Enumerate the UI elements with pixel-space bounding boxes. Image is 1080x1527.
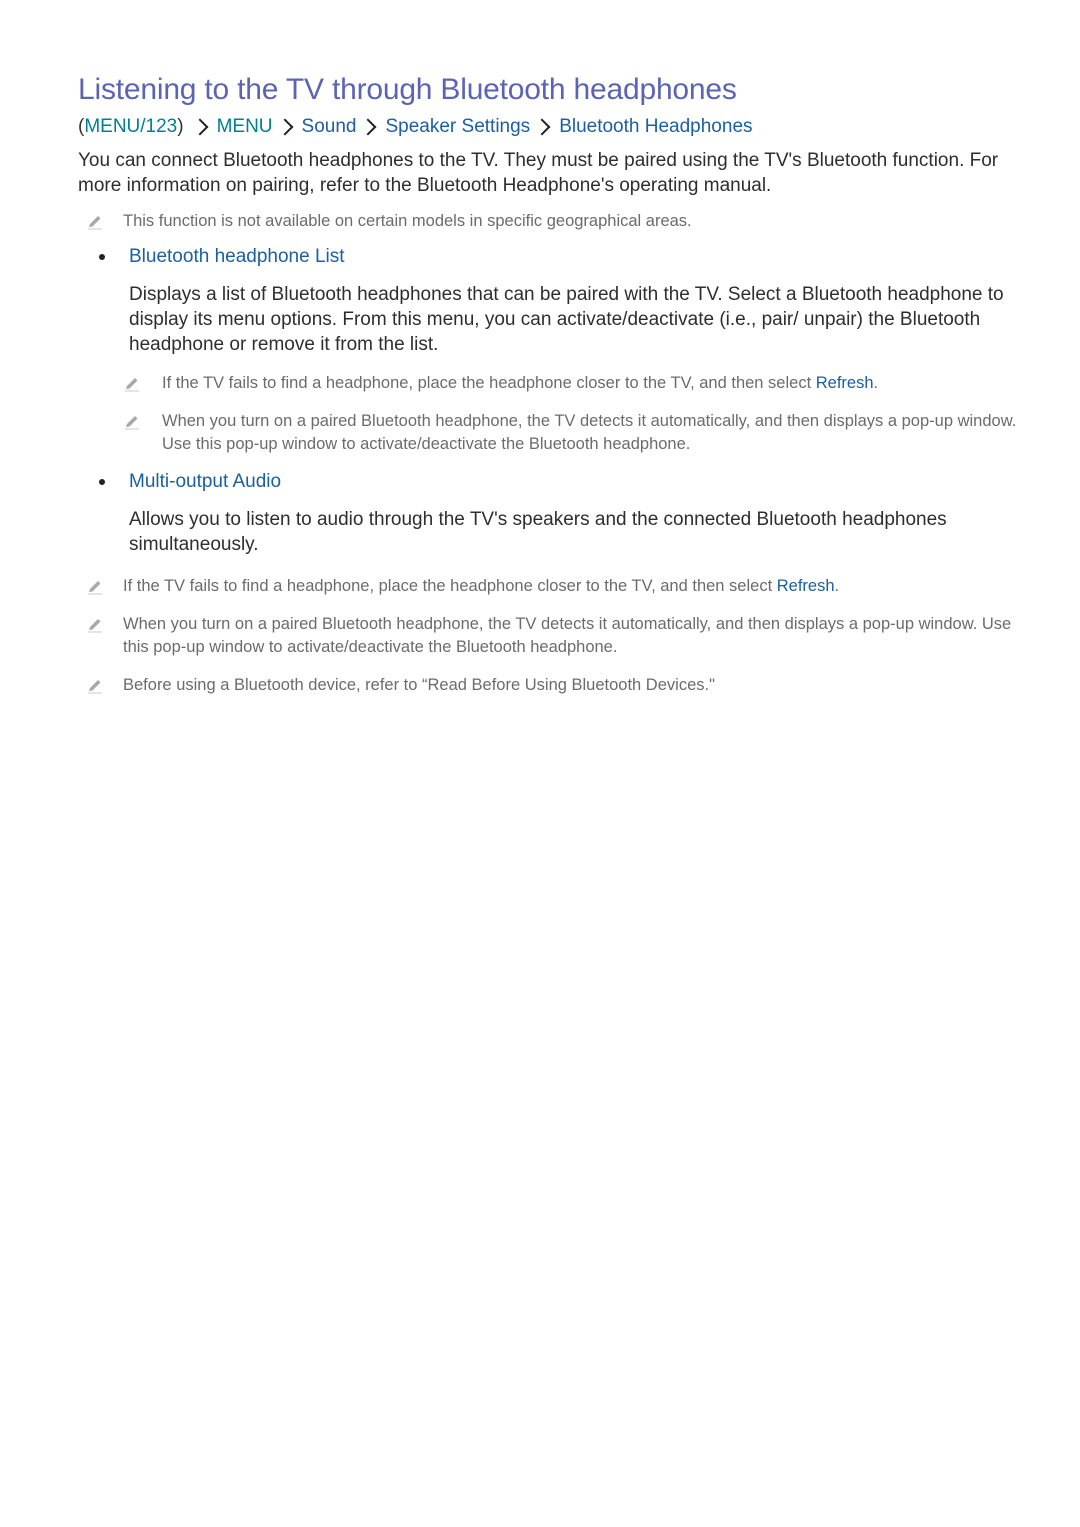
section-paragraph: Allows you to listen to audio through th… xyxy=(129,509,947,555)
page-title: Listening to the TV through Bluetooth he… xyxy=(78,73,737,106)
chevron-right-icon xyxy=(191,118,209,136)
breadcrumb-item-sound[interactable]: Sound xyxy=(302,114,357,140)
breadcrumb-item-speaker-settings[interactable]: Speaker Settings xyxy=(385,114,530,140)
pencil-note-icon xyxy=(88,581,102,595)
intro-paragraph: You can connect Bluetooth headphones to … xyxy=(78,150,999,196)
chevron-right-icon xyxy=(359,118,377,136)
bullet-icon xyxy=(99,479,105,485)
chevron-right-icon xyxy=(533,118,551,136)
document-page: Listening to the TV through Bluetooth he… xyxy=(78,70,1018,697)
breadcrumb-item-bluetooth-headphones[interactable]: Bluetooth Headphones xyxy=(559,114,752,140)
availability-note: This function is not available on certai… xyxy=(78,210,1018,233)
section-body: Allows you to listen to audio through th… xyxy=(78,507,1018,557)
note: If the TV fails to find a headphone, pla… xyxy=(125,372,1018,395)
note: When you turn on a paired Bluetooth head… xyxy=(125,410,1018,456)
note: Before using a Bluetooth device, refer t… xyxy=(78,674,1018,697)
note-text: If the TV fails to find a headphone, pla… xyxy=(123,577,777,595)
breadcrumb-close-paren: ) xyxy=(177,116,184,137)
bullet-icon xyxy=(99,254,105,260)
pencil-note-icon xyxy=(125,378,139,392)
note-tail: . xyxy=(834,577,840,595)
pencil-note-icon xyxy=(88,216,102,230)
section-heading: Bluetooth headphone List xyxy=(78,244,1018,269)
pencil-note-icon xyxy=(125,416,139,430)
section-heading-text: Bluetooth headphone List xyxy=(129,246,345,267)
note-text: If the TV fails to find a headphone, pla… xyxy=(162,374,816,392)
section-paragraph: Displays a list of Bluetooth headphones … xyxy=(129,284,1004,355)
note-text: When you turn on a paired Bluetooth head… xyxy=(162,412,1017,453)
note-text: This function is not available on certai… xyxy=(123,212,692,230)
refresh-reference[interactable]: Refresh xyxy=(816,374,874,392)
pencil-note-icon xyxy=(88,619,102,633)
refresh-reference[interactable]: Refresh xyxy=(777,577,835,595)
section-heading: Multi-output Audio xyxy=(78,469,1018,494)
note-text: When you turn on a paired Bluetooth head… xyxy=(123,615,1012,656)
note-tail: . xyxy=(873,374,879,392)
note-text: Before using a Bluetooth device, refer t… xyxy=(123,676,715,694)
pencil-note-icon xyxy=(88,680,102,694)
breadcrumb: ( MENU/123 ) MENU Sound Speaker Settings… xyxy=(78,114,1018,140)
note: If the TV fails to find a headphone, pla… xyxy=(78,575,1018,598)
note: When you turn on a paired Bluetooth head… xyxy=(78,613,1018,659)
chevron-right-icon xyxy=(276,118,294,136)
section-heading-text: Multi-output Audio xyxy=(129,471,282,492)
breadcrumb-item-menu[interactable]: MENU xyxy=(217,114,273,140)
section-body: Displays a list of Bluetooth headphones … xyxy=(78,282,1018,456)
breadcrumb-remote-key: MENU/123 xyxy=(84,116,178,137)
